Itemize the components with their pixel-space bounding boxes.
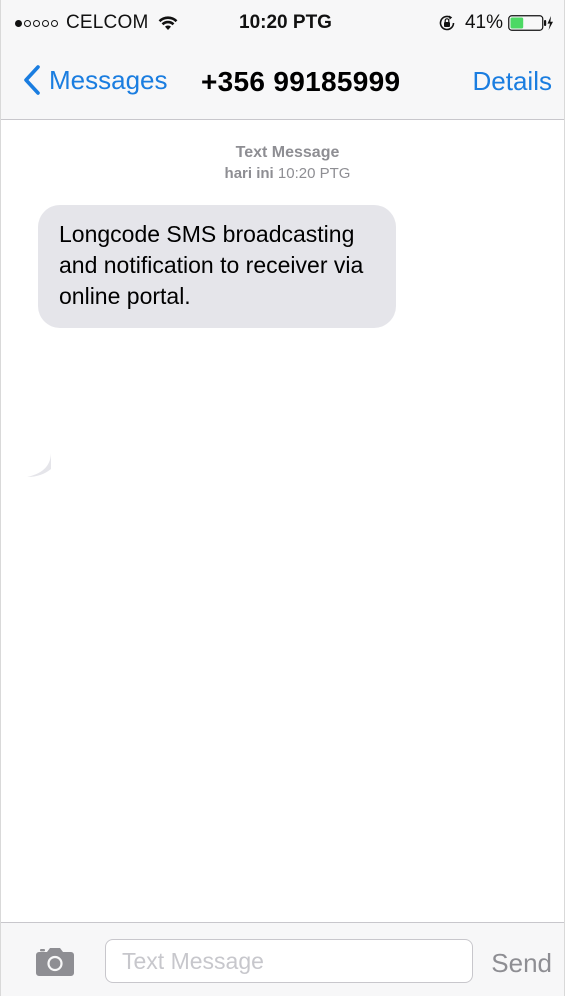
orientation-lock-icon (438, 14, 456, 32)
back-button-label: Messages (49, 64, 168, 95)
status-bar: CELCOM 10:20 PTG 41% (1, 0, 564, 44)
message-input-bar: Send (1, 922, 564, 996)
chevron-left-icon (23, 64, 41, 96)
send-button[interactable]: Send (491, 948, 552, 979)
battery-icon (508, 15, 554, 31)
conversation-title: +356 99185999 (201, 66, 401, 97)
message-datetime: hari ini 10:20 PTG (1, 165, 564, 182)
message-input[interactable] (105, 939, 473, 983)
status-right: 41% (438, 12, 554, 34)
details-button[interactable]: Details (473, 66, 552, 97)
conversation-area[interactable]: Text Message hari ini 10:20 PTG Longcode… (1, 120, 564, 922)
camera-icon (36, 948, 74, 976)
battery-level-fill (510, 17, 524, 29)
charging-bolt-icon (547, 16, 553, 30)
incoming-message-bubble[interactable]: Longcode SMS broadcasting and notificati… (38, 205, 396, 328)
messages-screen: CELCOM 10:20 PTG 41% Messages +356 99185… (0, 0, 565, 996)
message-type-label: Text Message (235, 144, 340, 161)
bubble-tail (27, 452, 51, 477)
message-time-label: 10:20 PTG (277, 165, 351, 182)
navigation-bar: Messages +356 99185999 Details (1, 44, 564, 120)
message-day-label: hari ini (224, 165, 274, 182)
back-button[interactable]: Messages (23, 58, 168, 102)
message-timestamp-header: Text Message hari ini 10:20 PTG (1, 144, 564, 182)
battery-percentage: 41% (464, 12, 503, 33)
camera-button[interactable] (35, 945, 75, 977)
